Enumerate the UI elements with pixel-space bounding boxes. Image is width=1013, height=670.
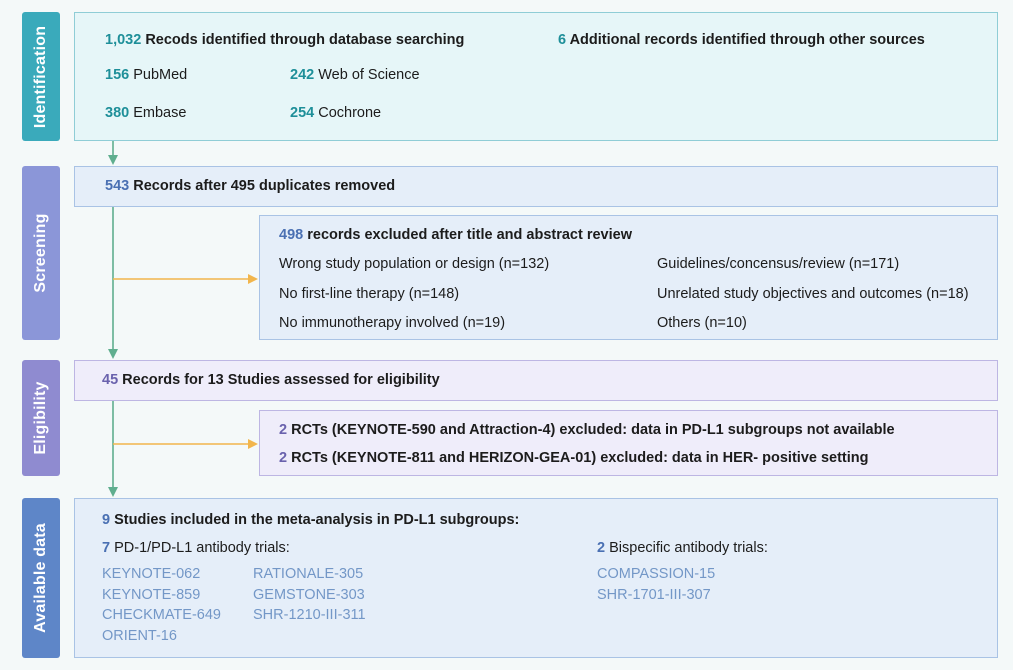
- screening-records: 543 Records after 495 duplicates removed: [105, 178, 396, 194]
- trial-name: ORIENT-16: [102, 628, 177, 644]
- exclusion-reason: No first-line therapy (n=148): [279, 286, 460, 302]
- trial-name: KEYNOTE-062: [102, 566, 201, 582]
- trial-name: KEYNOTE-859: [102, 587, 201, 603]
- source-web-of-science: 242 Web of Science: [290, 67, 420, 83]
- eligibility-records: 45 Records for 13 Studies assessed for e…: [102, 372, 440, 388]
- trial-name: CHECKMATE-649: [102, 607, 221, 623]
- screening-records-box: 543 Records after 495 duplicates removed: [74, 166, 998, 207]
- exclusion-reason: Unrelated study objectives and outcomes …: [657, 286, 969, 302]
- exclusion-reason: Wrong study population or design (n=132): [279, 256, 550, 272]
- screening-exclusion-box: 498 records excluded after title and abs…: [259, 215, 998, 340]
- trial-name: COMPASSION-15: [597, 566, 716, 582]
- source-embase: 380 Embase: [105, 105, 187, 121]
- trial-name: GEMSTONE-303: [253, 587, 365, 603]
- trial-name: SHR-1210-III-311: [253, 607, 366, 623]
- identification-box: 1,032 Recods identified through database…: [74, 12, 998, 141]
- eligibility-exclusion: 2 RCTs (KEYNOTE-590 and Attraction-4) ex…: [279, 422, 895, 438]
- exclusion-reason: Guidelines/concensus/review (n=171): [657, 256, 900, 272]
- source-cochrone: 254 Cochrone: [290, 105, 382, 121]
- available-data-box: 9 Studies included in the meta-analysis …: [74, 498, 998, 658]
- bispecific-trials-heading: 2 Bispecific antibody trials:: [597, 540, 768, 556]
- source-pubmed: 156 PubMed: [105, 67, 188, 83]
- screening-excluded-title: 498 records excluded after title and abs…: [279, 227, 632, 243]
- pd1-trials-heading: 7 PD-1/PD-L1 antibody trials:: [102, 540, 290, 556]
- other-records: 6 Additional records identified through …: [558, 32, 925, 48]
- eligibility-records-box: 45 Records for 13 Studies assessed for e…: [74, 360, 998, 401]
- included-studies: 9 Studies included in the meta-analysis …: [102, 512, 520, 528]
- exclusion-reason: Others (n=10): [657, 315, 747, 331]
- eligibility-exclusion-box: 2 RCTs (KEYNOTE-590 and Attraction-4) ex…: [259, 410, 998, 476]
- exclusion-reason: No immunotherapy involved (n=19): [279, 315, 506, 331]
- trial-name: RATIONALE-305: [253, 566, 364, 582]
- database-records: 1,032 Recods identified through database…: [105, 32, 465, 48]
- eligibility-exclusion: 2 RCTs (KEYNOTE-811 and HERIZON-GEA-01) …: [279, 450, 869, 466]
- trial-name: SHR-1701-III-307: [597, 587, 711, 603]
